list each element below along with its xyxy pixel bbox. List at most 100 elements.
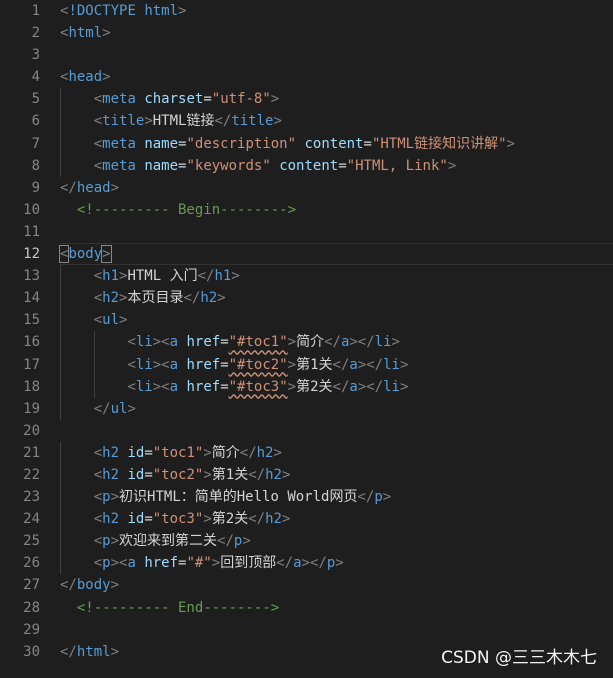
indent-guide bbox=[60, 132, 61, 155]
code-token: href bbox=[144, 555, 179, 572]
code-text: <h2>本页目录</h2> bbox=[60, 287, 613, 309]
line-number: 14 bbox=[23, 290, 40, 307]
code-line[interactable]: 6 <title>HTML链接</title> bbox=[0, 110, 613, 133]
code-token: "description" bbox=[186, 135, 297, 152]
indent-guide bbox=[93, 331, 95, 354]
code-token: "toc3" bbox=[152, 511, 204, 528]
code-line[interactable]: 13 <h1>HTML 入门</h1> bbox=[0, 265, 613, 288]
code-token: > bbox=[203, 444, 212, 461]
code-token: >< bbox=[152, 356, 170, 373]
indent-guide bbox=[60, 486, 61, 509]
code-token: HTML链接 bbox=[152, 113, 215, 130]
code-token: = bbox=[220, 378, 229, 395]
code-token: = bbox=[203, 91, 212, 108]
code-token: html bbox=[144, 3, 179, 19]
code-token: p bbox=[326, 555, 336, 572]
code-line[interactable]: 9 </head> bbox=[0, 177, 613, 199]
code-line[interactable]: 12 <body> bbox=[0, 243, 613, 265]
indent-guide bbox=[60, 309, 61, 332]
code-token: > bbox=[217, 290, 226, 307]
code-token: </ bbox=[239, 444, 257, 461]
code-line[interactable]: 2 <html> bbox=[0, 22, 613, 44]
line-number: 5 bbox=[31, 91, 40, 108]
code-token: < bbox=[93, 312, 103, 329]
line-number: 18 bbox=[23, 378, 40, 395]
code-line[interactable]: 5 <meta charset="utf-8"> bbox=[0, 88, 613, 111]
code-line[interactable]: 3 bbox=[0, 44, 613, 66]
code-line[interactable]: 28 <!--------- End--------> bbox=[0, 597, 613, 619]
line-number: 21 bbox=[23, 444, 40, 461]
line-number: 15 bbox=[23, 312, 40, 329]
code-line[interactable]: 29 bbox=[0, 619, 613, 641]
code-token: 第2关 bbox=[296, 378, 333, 395]
code-token: < bbox=[127, 334, 136, 351]
code-text: <!--------- Begin--------> bbox=[60, 199, 613, 221]
code-token: ></ bbox=[301, 555, 327, 572]
line-number: 1 bbox=[31, 3, 40, 19]
code-token: meta bbox=[102, 91, 136, 108]
indent-guide bbox=[93, 375, 95, 398]
code-token: "HTML链接知识讲解" bbox=[371, 135, 507, 152]
code-token: h1 bbox=[214, 268, 232, 285]
code-text: <h1>HTML 入门</h1> bbox=[60, 265, 613, 287]
code-line[interactable]: 25 <p>欢迎来到第二关</p> bbox=[0, 530, 613, 553]
code-line[interactable]: 26 <p><a href="#">回到顶部</a></p> bbox=[0, 552, 613, 575]
code-token: > bbox=[391, 334, 400, 351]
code-line[interactable]: 8 <meta name="keywords" content="HTML, L… bbox=[0, 154, 613, 177]
code-token: a bbox=[169, 356, 179, 373]
code-line[interactable]: 10 <!--------- Begin--------> bbox=[0, 199, 613, 221]
code-text: <p>欢迎来到第二关</p> bbox=[60, 530, 613, 552]
code-token: > bbox=[231, 268, 240, 285]
code-line[interactable]: 1 <!DOCTYPE html> bbox=[0, 0, 613, 22]
line-number: 7 bbox=[31, 135, 40, 152]
code-line[interactable]: 7 <meta name="description" content="HTML… bbox=[0, 132, 613, 155]
code-line[interactable]: 4 <head> bbox=[0, 66, 613, 88]
line-number: 30 bbox=[23, 643, 40, 660]
code-token: p bbox=[102, 533, 111, 550]
code-line[interactable]: 14 <h2>本页目录</h2> bbox=[0, 287, 613, 310]
code-token: ></ bbox=[357, 356, 384, 373]
code-token: charset bbox=[144, 91, 204, 108]
code-token: > bbox=[144, 113, 153, 130]
code-line[interactable]: 24 <h2 id="toc3">第2关</h2> bbox=[0, 508, 613, 531]
code-line[interactable]: 16 <li><a href="#toc1">简介</a></li> bbox=[0, 331, 613, 354]
indent-guide bbox=[60, 331, 61, 354]
code-line[interactable]: 15 <ul> bbox=[0, 309, 613, 332]
code-token: = bbox=[144, 511, 153, 528]
code-line[interactable]: 11 bbox=[0, 221, 613, 243]
code-line[interactable]: 27 </body> bbox=[0, 574, 613, 596]
code-line[interactable]: 17 <li><a href="#toc2">第1关</a></li> bbox=[0, 353, 613, 376]
code-token: 第1关 bbox=[211, 466, 249, 483]
code-token: >< bbox=[152, 334, 170, 351]
code-token: > bbox=[273, 444, 282, 461]
code-token: > bbox=[399, 356, 409, 373]
code-token: ></ bbox=[357, 378, 384, 395]
code-text: <!--------- End--------> bbox=[60, 597, 613, 619]
code-token: < bbox=[93, 511, 103, 528]
code-token: h2 bbox=[265, 466, 282, 483]
code-line[interactable]: 23 <p>初识HTML：简单的Hello World网页</p> bbox=[0, 486, 613, 509]
code-token: h2 bbox=[256, 444, 274, 461]
code-token: p bbox=[374, 489, 383, 506]
code-token: !DOCTYPE bbox=[68, 3, 136, 19]
code-token: </ bbox=[60, 643, 77, 660]
code-editor[interactable]: 1 <!DOCTYPE html> 2 <html> 3 4 <head> 5 <meta c… bbox=[0, 0, 613, 678]
code-line[interactable]: 21 <h2 id="toc1">简介</h2> bbox=[0, 441, 613, 464]
code-line[interactable]: 22 <h2 id="toc2">第1关</h2> bbox=[0, 463, 613, 487]
code-line[interactable]: 19 </ul> bbox=[0, 397, 613, 420]
code-line[interactable]: 18 <li><a href="#toc3">第2关</a></li> bbox=[0, 375, 613, 398]
code-line[interactable]: 20 bbox=[0, 420, 613, 442]
code-token: 第1关 bbox=[296, 356, 333, 373]
indent-guide bbox=[60, 88, 61, 111]
code-token: h2 bbox=[102, 444, 120, 461]
code-token: <!--------- End--------> bbox=[76, 599, 280, 616]
code-token: </ bbox=[332, 378, 350, 395]
code-token: HTML 入门 bbox=[127, 268, 198, 285]
code-token: > bbox=[506, 135, 515, 152]
